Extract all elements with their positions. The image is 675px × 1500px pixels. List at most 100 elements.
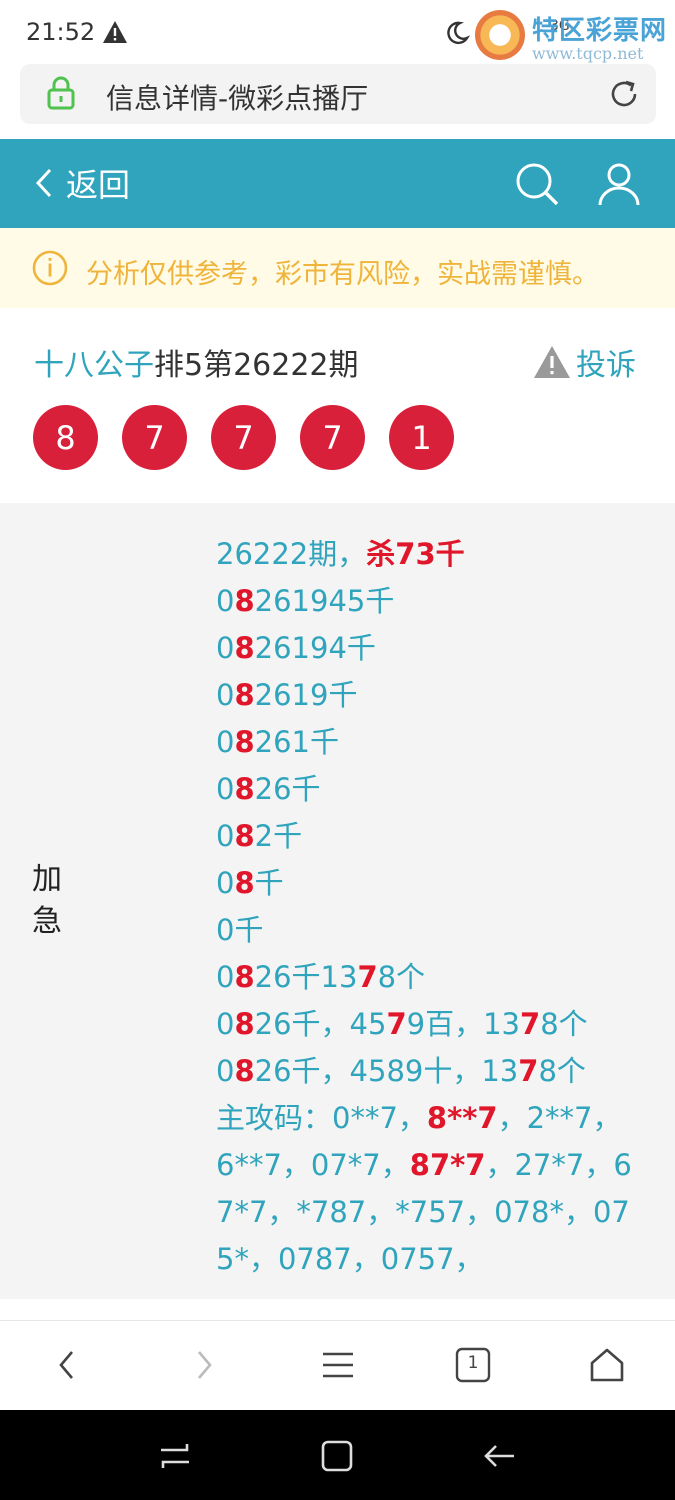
- line-text: 8个: [540, 1007, 588, 1041]
- post-title-text: 排5第26222期: [154, 348, 359, 383]
- content-line: 08261千: [216, 719, 646, 766]
- highlight-text: 8: [234, 584, 255, 618]
- content-label: 加急: [32, 862, 62, 939]
- menu-icon[interactable]: [320, 1347, 356, 1383]
- line-text: 0千: [216, 913, 264, 947]
- highlight-text: 8: [234, 1054, 255, 1088]
- line-text: 0: [216, 866, 235, 900]
- line-text: 0: [216, 584, 235, 618]
- highlight-text: 8**7: [426, 1101, 498, 1135]
- highlight-text: 杀73千: [366, 537, 465, 571]
- highlight-text: 8: [234, 1007, 255, 1041]
- number-ball: 7: [211, 405, 276, 470]
- content-line: 0826千，4579百，1378个: [216, 1001, 646, 1048]
- line-text: 8个: [538, 1054, 586, 1088]
- content-line: 主攻码：0**7，8**7，2**7，: [216, 1095, 646, 1142]
- tabs-button[interactable]: 1: [455, 1347, 491, 1383]
- highlight-text: 8: [234, 960, 255, 994]
- number-ball: 7: [300, 405, 365, 470]
- address-url[interactable]: 信息详情-微彩点播厅: [106, 77, 368, 117]
- back-button[interactable]: 返回: [34, 161, 130, 205]
- warning-icon: [103, 21, 127, 43]
- number-ball: 1: [389, 405, 454, 470]
- address-bar[interactable]: 信息详情-微彩点播厅: [20, 64, 656, 124]
- browser-back-icon[interactable]: [50, 1347, 86, 1383]
- lock-icon: [47, 76, 75, 110]
- line-text: 0: [216, 960, 235, 994]
- info-icon: [32, 250, 68, 286]
- line-text: 0: [216, 772, 235, 806]
- line-text: 261千: [254, 725, 339, 759]
- highlight-text: 8: [234, 631, 255, 665]
- watermark-title: 特区彩票网: [532, 16, 668, 46]
- content-lines: 26222期，杀73千 08261945千 0826194千 082619千 08261…: [216, 531, 646, 1283]
- line-text: 26222期，: [216, 537, 367, 571]
- highlight-text: 8: [234, 866, 255, 900]
- line-text: 0: [216, 725, 235, 759]
- content-line: 082619千: [216, 672, 646, 719]
- complain-label: 投诉: [576, 348, 636, 383]
- recent-apps-icon[interactable]: [157, 1438, 193, 1474]
- line-text: 5*，0787，0757，: [216, 1242, 484, 1276]
- system-nav-bar: [0, 1410, 675, 1500]
- home-nav-icon[interactable]: [319, 1438, 355, 1474]
- line-text: 主攻码：0**7，: [216, 1101, 427, 1135]
- highlight-text: 8: [234, 819, 255, 853]
- chevron-left-icon: [35, 168, 52, 198]
- highlight-text: 7: [518, 1054, 539, 1088]
- watermark-logo-icon: [475, 10, 525, 60]
- line-text: ，27*7，6: [485, 1148, 632, 1182]
- line-text: 26194千: [254, 631, 376, 665]
- back-label: 返回: [66, 166, 131, 204]
- warning-icon: [534, 346, 570, 378]
- number-ball: 7: [122, 405, 187, 470]
- browser-bottom-bar: 1: [0, 1320, 675, 1411]
- line-text: ，2**7，: [497, 1101, 622, 1135]
- status-time: 21:52: [26, 18, 96, 46]
- line-text: 0: [216, 631, 235, 665]
- line-text: 2619千: [254, 678, 358, 712]
- highlight-text: 7: [386, 1007, 407, 1041]
- highlight-text: 7: [357, 960, 378, 994]
- highlight-text: 7: [520, 1007, 541, 1041]
- watermark-url: www.tqcp.net: [532, 44, 644, 63]
- line-text: 26千: [254, 772, 321, 806]
- content-line: 0826194千: [216, 625, 646, 672]
- content-line: 6**7，07*7，87*7，27*7，6: [216, 1142, 646, 1189]
- content-line: 082千: [216, 813, 646, 860]
- draw-numbers: 8 7 7 7 1: [33, 405, 478, 470]
- post-title: 十八公子排5第26222期: [34, 340, 359, 384]
- back-nav-icon[interactable]: [482, 1438, 518, 1474]
- line-text: 8个: [377, 960, 426, 994]
- tab-count: 1: [467, 1353, 479, 1373]
- content-line: 0826千，4589十，1378个: [216, 1048, 646, 1095]
- line-text: 0: [216, 678, 235, 712]
- app-header: 返回: [0, 139, 675, 228]
- number-ball: 8: [33, 405, 98, 470]
- complain-button[interactable]: 投诉: [532, 340, 636, 384]
- highlight-text: 8: [234, 678, 255, 712]
- content-line: 0千: [216, 907, 646, 954]
- home-icon[interactable]: [589, 1347, 625, 1383]
- post-content: 加急 26222期，杀73千 08261945千 0826194千 082619千 08…: [0, 503, 675, 1299]
- content-line: 5*，0787，0757，: [216, 1236, 646, 1283]
- user-icon[interactable]: [596, 161, 642, 207]
- reload-icon[interactable]: [608, 78, 640, 110]
- line-text: 26千，45: [254, 1007, 387, 1041]
- line-text: 7*7，*787，*757，078*，07: [216, 1195, 630, 1229]
- line-text: 26千13: [254, 960, 358, 994]
- content-line: 0826千: [216, 766, 646, 813]
- line-text: 0: [216, 1007, 235, 1041]
- line-text: 6**7，07*7，: [216, 1148, 410, 1182]
- highlight-text: 8: [234, 772, 255, 806]
- notice-text: 分析仅供参考，彩市有风险，实战需谨慎。: [86, 259, 599, 290]
- author-link[interactable]: 十八公子: [34, 348, 154, 383]
- status-bar: 21:52 3G 特区彩票网 www.tqcp.net: [0, 0, 675, 63]
- browser-forward-icon[interactable]: [185, 1347, 221, 1383]
- highlight-text: 8: [234, 725, 255, 759]
- highlight-text: 87*7: [409, 1148, 486, 1182]
- content-line: 08261945千: [216, 578, 646, 625]
- line-text: 261945千: [254, 584, 395, 618]
- search-icon[interactable]: [514, 161, 560, 207]
- line-text: 0: [216, 1054, 235, 1088]
